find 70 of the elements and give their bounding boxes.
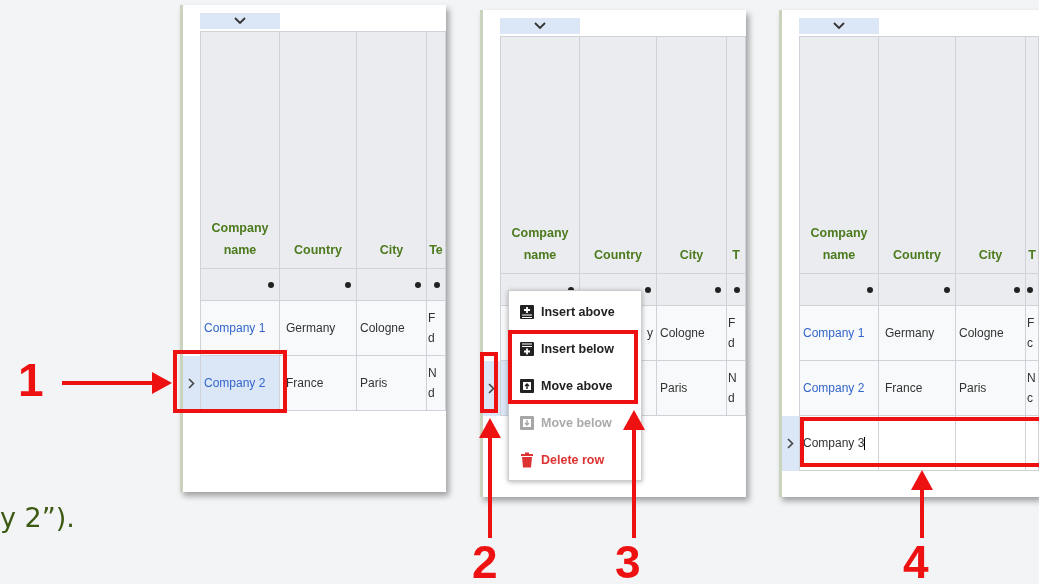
table-cell: France (879, 361, 956, 416)
column-header[interactable]: Te (427, 31, 446, 269)
company-link[interactable]: Company 2 (200, 356, 280, 411)
sort-dot-icon[interactable] (345, 281, 351, 288)
column-header[interactable]: Country (580, 36, 657, 274)
chevron-right-icon (787, 438, 794, 449)
chevron-down-icon (234, 17, 246, 25)
arrow (911, 470, 933, 538)
sort-dot-icon[interactable] (715, 286, 721, 293)
trash-icon (519, 451, 535, 468)
table-cell: Cologne (956, 306, 1026, 361)
column-header[interactable]: Country (280, 31, 357, 269)
collapse-toggle[interactable] (500, 18, 580, 34)
table-row[interactable]: Company 1 Germany Cologne F c (782, 306, 1039, 361)
column-header[interactable]: Country (879, 36, 956, 274)
table-row[interactable]: Company 2 France Paris N d (183, 356, 446, 411)
sort-dot-icon[interactable] (944, 286, 950, 293)
table-cell: N d (427, 356, 446, 411)
chevron-right-icon (188, 378, 195, 389)
collapse-toggle[interactable] (200, 13, 280, 29)
chevron-down-icon (833, 22, 845, 30)
row-handle[interactable] (782, 416, 799, 471)
table-row[interactable]: Company 1 Germany Cologne F d (183, 301, 446, 356)
move-up-icon (519, 377, 535, 394)
step-number: 3 (615, 540, 641, 584)
table-cell: Cologne (657, 306, 727, 361)
column-header[interactable]: City (956, 36, 1026, 274)
table-cell: N d (727, 361, 746, 416)
row-handle[interactable] (183, 356, 200, 411)
table-cell: F d (427, 301, 446, 356)
sort-dot-icon[interactable] (268, 281, 274, 288)
highlight-frame (480, 352, 498, 413)
sort-dot-icon[interactable] (867, 286, 873, 293)
step-number: 4 (903, 540, 929, 584)
sort-dot-icon[interactable] (1027, 286, 1033, 293)
sort-dot-icon[interactable] (415, 281, 421, 288)
caption-text: y 2”). (0, 502, 75, 533)
column-header[interactable]: T (1026, 36, 1039, 274)
column-header[interactable]: Company name (799, 36, 879, 274)
table-cell: Paris (357, 356, 427, 411)
table-cell: Germany (879, 306, 956, 361)
sort-dot-icon[interactable] (645, 286, 651, 293)
table-cell: F c (1026, 306, 1039, 361)
insert-row-icon (519, 340, 535, 357)
company-link[interactable]: Company 2 (799, 361, 879, 416)
sort-dot-icon[interactable] (734, 286, 740, 293)
column-header[interactable]: Company name (500, 36, 580, 274)
chevron-right-icon (488, 383, 495, 394)
company-link[interactable]: Company 1 (200, 301, 280, 356)
column-header[interactable]: Company name (200, 31, 280, 269)
table-cell: F d (727, 306, 746, 361)
company-link[interactable]: Company 1 (799, 306, 879, 361)
insert-row-icon (519, 303, 535, 320)
table-cell: France (280, 356, 357, 411)
table-row[interactable]: Company 2 France Paris N c (782, 361, 1039, 416)
collapse-toggle[interactable] (799, 18, 879, 34)
sort-dot-icon[interactable] (434, 281, 440, 288)
chevron-down-icon (534, 22, 546, 30)
table-cell: Paris (956, 361, 1026, 416)
table-cell: Germany (280, 301, 357, 356)
move-down-icon (519, 414, 535, 431)
table-cell: Paris (657, 361, 727, 416)
sort-dot-icon[interactable] (1014, 286, 1020, 293)
table-cell: Cologne (357, 301, 427, 356)
column-header[interactable]: City (657, 36, 727, 274)
step-number: 2 (472, 540, 498, 584)
column-header[interactable]: T (727, 36, 746, 274)
column-header[interactable]: City (357, 31, 427, 269)
step-number: 1 (18, 358, 44, 402)
table-cell: N c (1026, 361, 1039, 416)
